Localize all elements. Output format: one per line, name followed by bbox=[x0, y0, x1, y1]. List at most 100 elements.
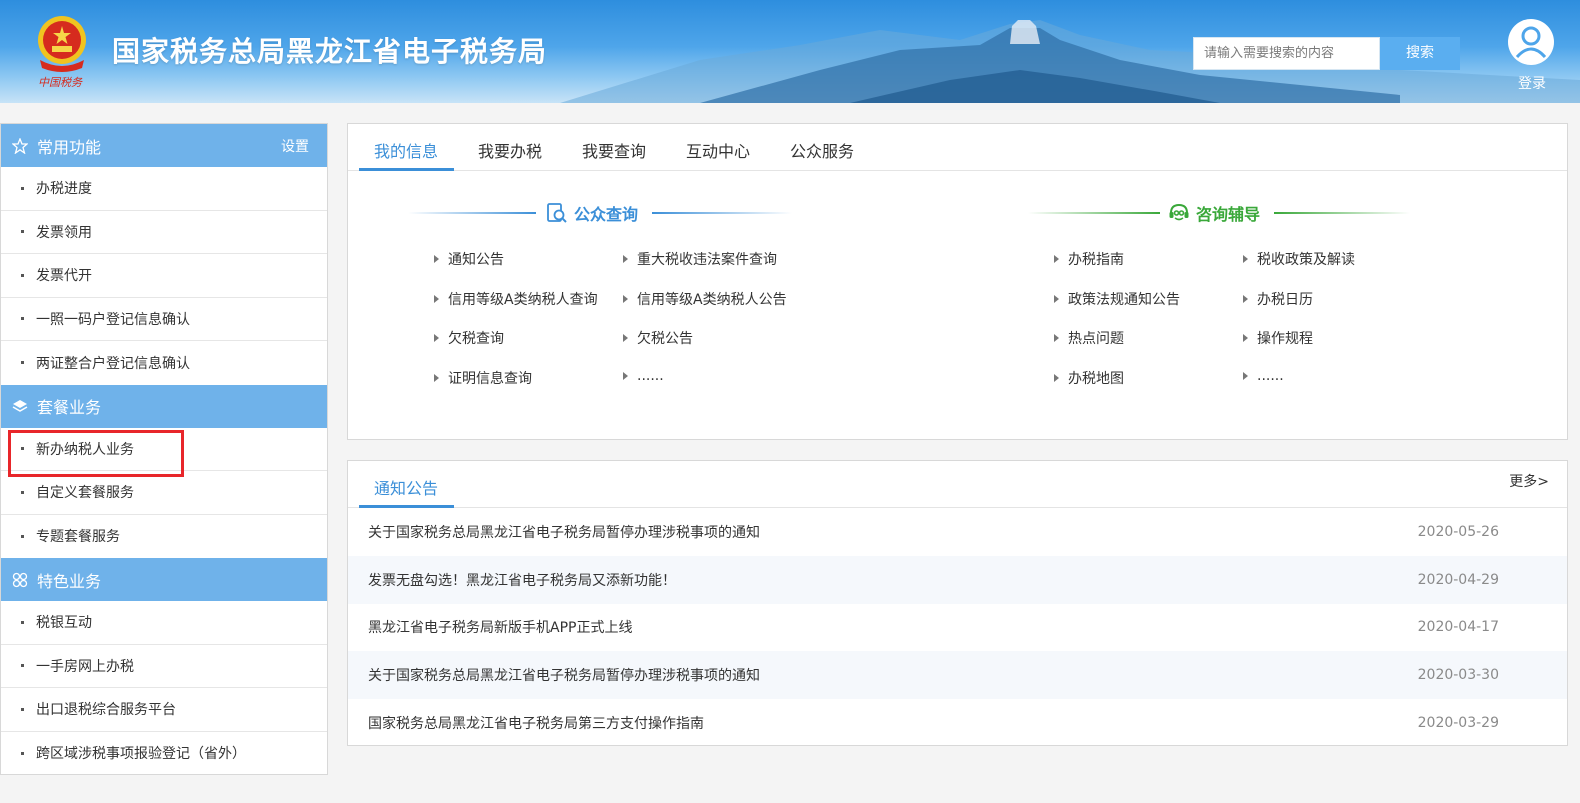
tab-query[interactable]: 我要查询 bbox=[582, 138, 646, 162]
search-button[interactable]: 搜索 bbox=[1380, 37, 1460, 70]
sidebar-item[interactable]: 办税进度 bbox=[1, 167, 327, 211]
link-more-consulting[interactable]: ...... bbox=[1243, 368, 1284, 384]
sidebar-item-label: 一手房网上办税 bbox=[36, 658, 134, 675]
sidebar-item-label: 发票领用 bbox=[36, 224, 92, 241]
bullet-icon bbox=[21, 317, 24, 321]
sidebar-item[interactable]: 税银互动 bbox=[1, 601, 327, 645]
link-tax-calendar[interactable]: 办税日历 bbox=[1243, 289, 1313, 309]
notice-row[interactable]: 黑龙江省电子税务局新版手机APP正式上线 2020-04-17 bbox=[348, 603, 1567, 651]
settings-link[interactable]: 设置 bbox=[281, 136, 309, 156]
sidebar-item-label: 发票代开 bbox=[36, 268, 92, 285]
link-tax-map[interactable]: 办税地图 bbox=[1054, 368, 1124, 388]
sidebar-item[interactable]: 发票领用 bbox=[1, 211, 327, 254]
link-label: 热点问题 bbox=[1068, 331, 1124, 347]
sidebar-item[interactable]: 两证整合户登记信息确认 bbox=[1, 341, 327, 385]
link-more-public[interactable]: ...... bbox=[623, 368, 664, 384]
sidebar-item[interactable]: 一照一码户登记信息确认 bbox=[1, 298, 327, 341]
notice-title[interactable]: 关于国家税务总局黑龙江省电子税务局暂停办理涉税事项的通知 bbox=[368, 665, 760, 685]
link-label: 办税指南 bbox=[1068, 252, 1124, 268]
link-major-violation-query[interactable]: 重大税收违法案件查询 bbox=[623, 249, 777, 269]
link-arrears-query[interactable]: 欠税查询 bbox=[434, 328, 504, 348]
section-title-consulting: 咨询辅导 bbox=[1168, 201, 1260, 225]
star-icon bbox=[11, 137, 29, 155]
link-tax-guide[interactable]: 办税指南 bbox=[1054, 249, 1124, 269]
sidebar-item-label: 一照一码户登记信息确认 bbox=[36, 311, 190, 328]
notice-title[interactable]: 黑龙江省电子税务局新版手机APP正式上线 bbox=[368, 617, 632, 637]
arrow-right-icon bbox=[1054, 334, 1059, 342]
section-divider bbox=[1274, 212, 1410, 214]
link-policy-notice[interactable]: 政策法规通知公告 bbox=[1054, 289, 1180, 309]
notice-date: 2020-05-26 bbox=[1417, 523, 1499, 540]
sidebar-section-featured: 特色业务 bbox=[1, 558, 327, 601]
arrow-right-icon bbox=[1243, 372, 1248, 380]
bullet-icon bbox=[21, 186, 24, 190]
bullet-icon bbox=[21, 664, 24, 668]
login-link[interactable]: 登录 bbox=[1508, 73, 1556, 93]
section-divider bbox=[1028, 212, 1160, 214]
link-label: 信用等级A类纳税人查询 bbox=[448, 292, 598, 308]
sidebar-item[interactable]: 一手房网上办税 bbox=[1, 645, 327, 688]
link-label: 税收政策及解读 bbox=[1257, 252, 1355, 268]
notice-title[interactable]: 国家税务总局黑龙江省电子税务局第三方支付操作指南 bbox=[368, 713, 704, 733]
arrow-right-icon bbox=[1243, 255, 1248, 263]
link-arrears-notice[interactable]: 欠税公告 bbox=[623, 328, 693, 348]
arrow-right-icon bbox=[434, 255, 439, 263]
bullet-icon bbox=[21, 361, 24, 365]
bullet-icon bbox=[21, 230, 24, 234]
link-label: 办税地图 bbox=[1068, 371, 1124, 387]
sidebar-item[interactable]: 自定义套餐服务 bbox=[1, 471, 327, 515]
sidebar-item-label: 两证整合户登记信息确认 bbox=[36, 355, 190, 372]
emblem-caption: 中国税务 bbox=[38, 76, 82, 89]
sidebar-section-title: 特色业务 bbox=[37, 571, 102, 591]
link-certificate-query[interactable]: 证明信息查询 bbox=[434, 368, 532, 388]
notice-date: 2020-04-29 bbox=[1417, 571, 1499, 588]
link-label: 操作规程 bbox=[1257, 331, 1313, 347]
sidebar-section-title: 套餐业务 bbox=[37, 398, 102, 417]
link-credit-a-notice[interactable]: 信用等级A类纳税人公告 bbox=[623, 289, 787, 309]
tab-notices[interactable]: 通知公告 bbox=[374, 475, 438, 499]
sidebar-item-label: 专题套餐服务 bbox=[36, 529, 120, 546]
notice-row[interactable]: 国家税务总局黑龙江省电子税务局第三方支付操作指南 2020-03-29 bbox=[348, 699, 1567, 747]
bullet-icon bbox=[21, 534, 24, 538]
search-input[interactable] bbox=[1193, 37, 1380, 70]
sidebar-section-title: 常用功能 bbox=[37, 137, 102, 157]
arrow-right-icon bbox=[434, 374, 439, 382]
arrow-right-icon bbox=[623, 334, 628, 342]
more-link[interactable]: 更多> bbox=[1509, 471, 1549, 491]
link-procedures[interactable]: 操作规程 bbox=[1243, 328, 1313, 348]
link-label: 政策法规通知公告 bbox=[1068, 292, 1180, 308]
notice-panel: 通知公告 更多> 关于国家税务总局黑龙江省电子税务局暂停办理涉税事项的通知 20… bbox=[347, 460, 1568, 746]
sidebar-item[interactable]: 跨区域涉税事项报验登记（省外） bbox=[1, 732, 327, 776]
link-credit-a-query[interactable]: 信用等级A类纳税人查询 bbox=[434, 289, 598, 309]
sidebar-item[interactable]: 出口退税综合服务平台 bbox=[1, 688, 327, 732]
sidebar-item-new-taxpayer[interactable]: 新办纳税人业务 bbox=[1, 428, 327, 471]
notice-row[interactable]: 关于国家税务总局黑龙江省电子税务局暂停办理涉税事项的通知 2020-05-26 bbox=[348, 508, 1567, 556]
notice-row[interactable]: 关于国家税务总局黑龙江省电子税务局暂停办理涉税事项的通知 2020-03-30 bbox=[348, 651, 1567, 699]
arrow-right-icon bbox=[1054, 295, 1059, 303]
notice-tabs: 通知公告 更多> bbox=[348, 461, 1567, 508]
bullet-icon bbox=[21, 273, 24, 277]
tab-my-info[interactable]: 我的信息 bbox=[374, 138, 438, 162]
user-avatar-icon[interactable] bbox=[1508, 19, 1554, 65]
link-notice[interactable]: 通知公告 bbox=[434, 249, 504, 269]
tab-interaction[interactable]: 互动中心 bbox=[686, 138, 750, 162]
arrow-right-icon bbox=[623, 372, 628, 380]
link-label: 通知公告 bbox=[448, 252, 504, 268]
tab-tax-handling[interactable]: 我要办税 bbox=[478, 138, 542, 162]
notice-row[interactable]: 发票无盘勾选！黑龙江省电子税务局又添新功能！ 2020-04-29 bbox=[348, 556, 1567, 604]
tab-public-service[interactable]: 公众服务 bbox=[790, 138, 854, 162]
link-tax-policy[interactable]: 税收政策及解读 bbox=[1243, 249, 1355, 269]
arrow-right-icon bbox=[434, 295, 439, 303]
bullet-icon bbox=[21, 751, 24, 755]
sidebar-item-label: 出口退税综合服务平台 bbox=[36, 702, 176, 719]
notice-title[interactable]: 发票无盘勾选！黑龙江省电子税务局又添新功能！ bbox=[368, 570, 676, 590]
sidebar-item[interactable]: 发票代开 bbox=[1, 254, 327, 298]
notice-title[interactable]: 关于国家税务总局黑龙江省电子税务局暂停办理涉税事项的通知 bbox=[368, 522, 760, 542]
sidebar-item[interactable]: 专题套餐服务 bbox=[1, 515, 327, 559]
link-hot-topics[interactable]: 热点问题 bbox=[1054, 328, 1124, 348]
active-tab-indicator bbox=[359, 168, 454, 171]
arrow-right-icon bbox=[623, 255, 628, 263]
section-title-text: 咨询辅导 bbox=[1196, 205, 1261, 224]
arrow-right-icon bbox=[1054, 374, 1059, 382]
notice-date: 2020-03-30 bbox=[1417, 666, 1499, 683]
